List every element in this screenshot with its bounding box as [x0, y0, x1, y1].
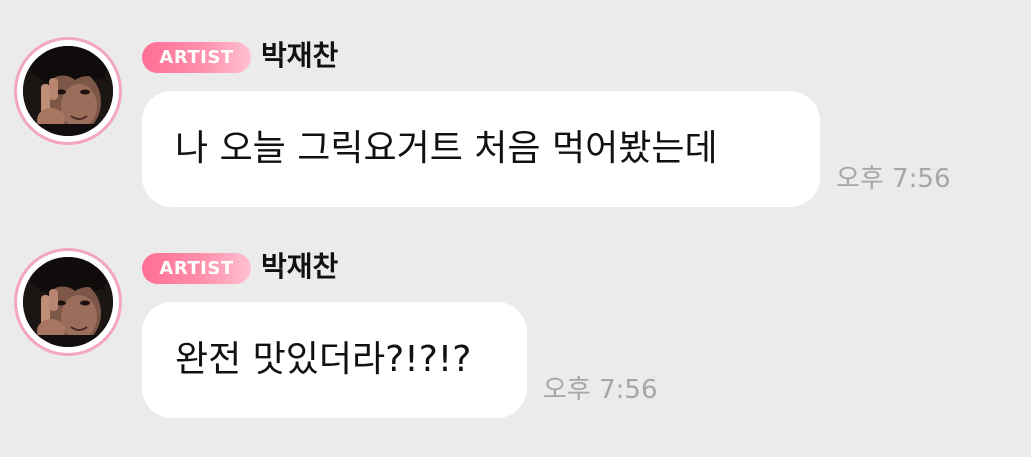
artist-badge: ARTIST [142, 253, 251, 284]
avatar[interactable] [23, 257, 113, 347]
profile-photo-icon [23, 257, 113, 347]
sender-name[interactable]: 박재찬 [261, 247, 338, 287]
message-time: 오후 7:56 [836, 164, 951, 194]
message-time: 오후 7:56 [543, 375, 658, 405]
chat-message: ARTIST 박재찬 나 오늘 그릭요거트 처음 먹어봤는데 오후 7:56 [0, 0, 1031, 207]
chat-message: ARTIST 박재찬 완전 맛있더라?!?!? 오후 7:56 [0, 211, 1031, 418]
avatar[interactable] [23, 46, 113, 136]
message-bubble[interactable]: 나 오늘 그릭요거트 처음 먹어봤는데 [142, 91, 820, 207]
artist-badge: ARTIST [142, 42, 251, 73]
profile-photo-icon [23, 46, 113, 136]
sender-name[interactable]: 박재찬 [261, 36, 338, 76]
message-bubble[interactable]: 완전 맛있더라?!?!? [142, 302, 527, 418]
